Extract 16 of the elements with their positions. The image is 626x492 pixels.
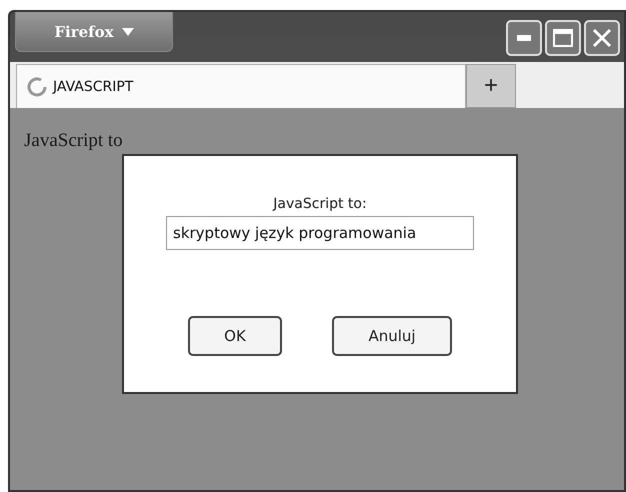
page-text: JavaScript to — [24, 130, 123, 151]
ok-button[interactable]: OK — [188, 316, 282, 356]
close-button[interactable] — [584, 20, 620, 56]
cancel-button[interactable]: Anuluj — [332, 316, 452, 356]
maximize-icon — [553, 29, 573, 47]
caret-icon — [122, 28, 134, 36]
browser-tab[interactable]: JAVASCRIPT — [16, 64, 466, 108]
loading-icon — [27, 76, 47, 96]
input-field[interactable]: skryptowy język programowania — [166, 216, 474, 250]
prompt-label: JavaScript to: — [273, 196, 367, 212]
close-icon — [592, 28, 612, 48]
new-tab-button[interactable]: + — [466, 64, 516, 108]
minimize-button[interactable] — [506, 20, 542, 56]
firefox-menu-button[interactable]: Firefox — [15, 12, 173, 52]
minimize-icon — [517, 35, 531, 41]
maximize-button[interactable] — [545, 20, 581, 56]
